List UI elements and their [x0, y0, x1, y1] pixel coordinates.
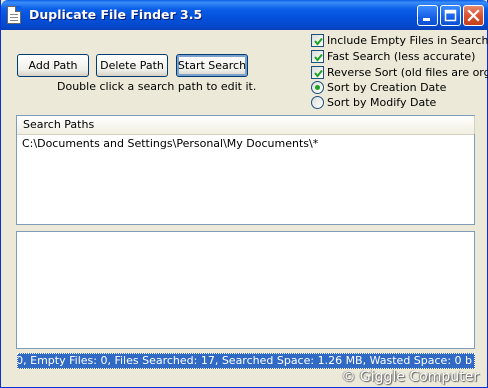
close-button[interactable] [463, 5, 484, 26]
sort-creation-radio[interactable]: Sort by Creation Date [311, 80, 481, 95]
search-paths-list[interactable]: Search Paths C:\Documents and Settings\P… [16, 115, 475, 225]
edit-path-hint: Double click a search path to edit it. [57, 80, 257, 93]
sort-modify-radio[interactable]: Sort by Modify Date [311, 95, 481, 110]
results-list[interactable] [16, 231, 475, 349]
checkbox-checked-icon [311, 66, 324, 79]
reverse-sort-checkbox[interactable]: Reverse Sort (old files are org) [311, 65, 488, 80]
column-header-label: Search Paths [23, 118, 95, 131]
sort-creation-label: Sort by Creation Date [327, 81, 447, 94]
column-header-search-paths[interactable]: Search Paths [17, 116, 475, 134]
title-bar[interactable]: Duplicate File Finder 3.5 [1, 0, 488, 30]
app-window: Duplicate File Finder 3.5 Add Path Delet… [0, 0, 488, 388]
radio-unselected-icon [311, 96, 324, 109]
start-search-button[interactable]: Start Search [176, 54, 248, 77]
close-icon [467, 9, 480, 22]
sort-modify-label: Sort by Modify Date [327, 96, 437, 109]
include-empty-label: Include Empty Files in Search [327, 34, 488, 47]
checkbox-checked-icon [311, 34, 324, 47]
maximize-button[interactable] [440, 5, 461, 26]
fast-search-checkbox[interactable]: Fast Search (less accurate) [311, 49, 481, 64]
watermark-text: © Giggle Computer [341, 369, 479, 385]
fast-search-label: Fast Search (less accurate) [327, 50, 476, 63]
checkbox-checked-icon [311, 50, 324, 63]
list-header: Search Paths [17, 116, 475, 135]
delete-path-button[interactable]: Delete Path [96, 54, 168, 77]
minimize-button[interactable] [417, 5, 438, 26]
status-bar: icate files: 0, Empty Files: 0, Files Se… [17, 353, 475, 369]
add-path-button[interactable]: Add Path [17, 54, 89, 77]
status-text: icate files: 0, Empty Files: 0, Files Se… [17, 354, 472, 367]
document-icon [7, 6, 21, 24]
list-item[interactable]: C:\Documents and Settings\Personal\My Do… [22, 137, 318, 151]
radio-selected-icon [311, 81, 324, 94]
include-empty-checkbox[interactable]: Include Empty Files in Search [311, 33, 488, 48]
reverse-sort-label: Reverse Sort (old files are org) [327, 66, 488, 79]
window-title: Duplicate File Finder 3.5 [29, 7, 203, 22]
maximize-icon [444, 9, 457, 22]
minimize-icon [423, 18, 430, 21]
